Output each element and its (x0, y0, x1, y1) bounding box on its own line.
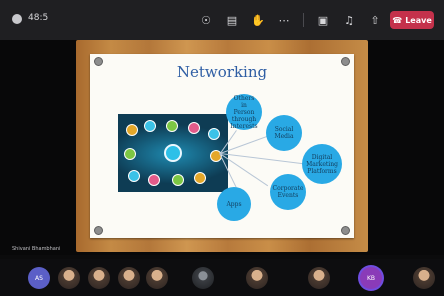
toolbar-divider (303, 13, 304, 27)
people-icon[interactable]: ☉ (199, 13, 213, 27)
camera-icon[interactable]: ▣ (316, 13, 330, 27)
active-speaker-avatar[interactable]: KB (360, 267, 382, 289)
avatar[interactable] (88, 267, 110, 289)
presenter-name: Shivani Bhambhani (12, 246, 61, 252)
avatar[interactable] (246, 267, 268, 289)
leave-label: Leave (405, 15, 432, 25)
slide-title: Networking (176, 63, 268, 81)
bubble-corporate-events: Corporate Events (270, 174, 306, 210)
avatar[interactable] (308, 267, 330, 289)
chat-icon[interactable]: ▤ (225, 13, 239, 27)
mic-icon[interactable]: ♫ (342, 13, 356, 27)
bubble-interests: Others in Person through Interests (226, 94, 262, 130)
meeting-elapsed: 48:5 (28, 13, 49, 23)
avatar[interactable]: AS (28, 267, 50, 289)
more-icon[interactable]: ⋯ (277, 13, 291, 27)
bubble-social-media: Social Media (266, 115, 302, 151)
pin-icon (94, 226, 103, 235)
meeting-topbar: 48:5 ☉ ▤ ✋ ⋯ ▣ ♫ ⇧ ☎ Leave (0, 0, 444, 40)
avatar[interactable] (192, 267, 214, 289)
leave-button[interactable]: ☎ Leave (390, 11, 434, 29)
reactions-icon[interactable]: ✋ (251, 13, 265, 27)
wood-background: Networking Others in Person through Inte… (76, 40, 368, 252)
bubble-apps: Apps (217, 187, 251, 221)
shield-icon (12, 14, 22, 24)
avatar[interactable] (146, 267, 168, 289)
participant-strip: AS KB (0, 259, 444, 296)
avatar-initials: KB (366, 274, 376, 282)
network-illustration (118, 114, 228, 192)
shared-screen: Networking Others in Person through Inte… (0, 40, 444, 255)
phone-icon: ☎ (392, 15, 403, 25)
share-icon[interactable]: ⇧ (368, 13, 382, 27)
avatar[interactable] (58, 267, 80, 289)
avatar[interactable] (118, 267, 140, 289)
avatar[interactable] (413, 267, 435, 289)
presentation-slide: Networking Others in Person through Inte… (90, 54, 354, 238)
bubble-digital-marketing: Digital Marketing Platforms (302, 144, 342, 184)
toolbar: ☉ ▤ ✋ ⋯ ▣ ♫ ⇧ (199, 11, 382, 29)
avatar-initials: AS (35, 274, 43, 282)
pin-icon (341, 226, 350, 235)
